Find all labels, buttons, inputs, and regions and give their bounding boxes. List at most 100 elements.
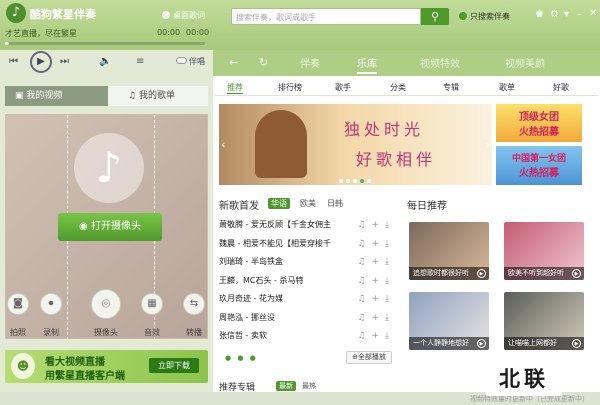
play-icon[interactable]: ▶ [572,339,581,348]
new-songs-title: 新歌首发 [219,201,259,212]
tab-my-songs[interactable]: ♫ 我的歌单 [108,86,208,106]
tool-0-icon[interactable]: ◙ [7,293,29,315]
search-input[interactable]: 搜索伴奏，歌词或歌手 [231,8,421,25]
song-row[interactable]: 张信哲 - 卖软 ♫+⤓ [219,330,399,344]
play-button[interactable]: ▶ [30,51,52,73]
main-tab-2[interactable]: 视频特效 [420,55,460,70]
banner-line1: 独处时光 [344,120,425,139]
banner-line2: 好歌相伴 [356,150,437,169]
song-actions[interactable]: ♫+⤓ [357,220,395,230]
camera-icon: ◉ [79,221,91,232]
volume-icon[interactable]: 🔈 [99,56,111,67]
refresh-icon[interactable]: ↻ [259,56,268,69]
song-title: 张信哲 - 卖软 [219,331,267,340]
song-actions[interactable]: ♫+⤓ [357,331,395,341]
daily-title: 每日推荐 [407,201,447,212]
banner-girl-image [255,110,307,178]
progress-fill [5,42,9,45]
time-total: 00:00 [186,28,210,37]
only-accompaniment-label: 只搜索伴奏 [470,12,510,21]
only-accompaniment-radio[interactable] [459,12,467,20]
daily-item[interactable]: 一个人静静地想好 ▶ [409,292,489,350]
song-row[interactable]: 王麟，MC石头 - 杀马特 ♫+⤓ [219,275,399,289]
song-title: 萧敬腾 - 爱无反顾【千金女佣主 [219,220,331,229]
tool-4-icon[interactable]: ⇆ [183,293,205,315]
equalizer-icon[interactable]: ≡ [136,56,144,67]
previous-icon[interactable]: ⏮ [9,56,18,67]
new-songs-tab-2[interactable]: 日韩 [324,198,346,209]
song-title: 周艳泓 - 挪丝没 [219,312,275,322]
new-songs-tab-1[interactable]: 欧美 [297,198,319,209]
play-icon[interactable]: ▶ [477,339,486,348]
side-banner-1[interactable]: 顶级女团 火热招募 [496,104,582,142]
song-actions[interactable]: ♫+⤓ [357,276,395,286]
main-tab-0[interactable]: 伴奏 [300,55,320,70]
gear-icon[interactable]: ⚙ [550,9,559,20]
now-playing-label: 才艺直播，尽在繁星 [5,29,77,38]
tool-1-icon[interactable]: ⏺ [40,293,62,315]
song-row[interactable]: 周艳泓 - 挪丝没 ♫+⤓ [219,312,399,326]
watermark: 北联 [486,362,562,396]
back-icon[interactable]: ← [229,56,238,69]
song-row[interactable]: 魏晨 - 相爱不能见【相爱穿梭千 ♫+⤓ [219,238,399,252]
albums-tab-hot[interactable]: 最热 [302,381,316,391]
daily-item[interactable]: 让喵喵上网都好 ▶ [504,292,584,350]
banner-carousel[interactable]: 独处时光 好歌相伴 ‹ › [219,104,492,185]
albums-tab-latest[interactable]: 最新 [276,381,296,391]
progress-bar[interactable] [5,42,205,45]
play-icon[interactable]: ▶ [477,269,486,278]
search-button[interactable]: ⚲ [421,8,449,25]
shirt-icon[interactable]: ♚ [535,9,544,20]
song-row[interactable]: 萧敬腾 - 爱无反顾【千金女佣主 ♫+⤓ [219,219,399,233]
song-title: 王麟，MC石头 - 杀马特 [219,275,304,285]
tool-4-label: 转播 [186,328,202,337]
song-actions[interactable]: ♫+⤓ [357,257,395,267]
category-5[interactable]: 歌单 [499,82,515,93]
menu-icon[interactable]: ▾ [564,9,569,20]
category-4[interactable]: 专辑 [443,82,459,93]
banner-dots[interactable] [339,176,379,183]
music-star-icon: ♪ [74,133,144,203]
song-actions[interactable]: ♫+⤓ [357,294,395,304]
side-banner-2[interactable]: 中国第一女团 火热招募 [496,146,582,185]
song-row[interactable]: 刘瑞琦 - 半岛铁盒 ♫+⤓ [219,256,399,270]
main-tab-1[interactable]: 乐库 [357,55,377,74]
song-actions[interactable]: ♫+⤓ [357,313,395,323]
daily-item[interactable]: 欧美不听到超好听 ▶ [504,222,584,280]
ad-banner[interactable]: ☻ 看大视频直播 用繁星直播客户端 立即下载 [5,350,208,383]
close-icon[interactable]: ✕ [589,8,597,19]
song-pager-dots[interactable]: ● ● ● [225,354,258,362]
song-actions[interactable]: ♫+⤓ [357,239,395,249]
daily-item[interactable]: 追想歌时都很好听 ▶ [409,222,489,280]
tool-2-icon[interactable]: ⌾ [91,289,121,319]
category-3[interactable]: 分类 [390,82,406,93]
ad-line2: 用繁星直播客户端 [45,371,125,382]
ad-line1: 看大视频直播 [45,357,105,368]
tool-3-label: 音效 [144,328,160,337]
search-icon: ⚲ [430,10,440,23]
song-row[interactable]: 玖月奇迹 - 花为媒 ♫+⤓ [219,293,399,307]
tool-0-label: 拍照 [10,328,26,337]
play-icon[interactable]: ▶ [572,269,581,278]
video-icon: ▣ [15,91,27,101]
next-icon[interactable]: ⏭ [60,56,69,67]
app-logo-icon: ♪ [6,3,26,23]
category-2[interactable]: 歌手 [335,82,351,93]
category-1[interactable]: 排行榜 [278,82,302,93]
accompaniment-toggle[interactable] [176,57,187,64]
category-0[interactable]: 推荐 [227,82,243,94]
desktop-lyrics-radio[interactable] [162,11,170,19]
banner-prev-icon[interactable]: ‹ [221,138,225,151]
main-tab-3[interactable]: 视频美颜 [505,55,545,70]
song-title: 魏晨 - 相爱不能见【相爱穿梭千 [219,238,331,248]
minimize-icon[interactable]: – [577,9,582,20]
open-camera-button[interactable]: ◉ 打开摄像头 [58,213,162,241]
tool-2-label: 摄像头 [94,328,118,337]
banner-next-icon[interactable]: › [486,138,490,151]
new-songs-tab-0[interactable]: 华语 [268,198,290,209]
category-6[interactable]: 好歌 [553,82,569,93]
download-button[interactable]: 立即下载 [149,358,199,373]
tab-my-video[interactable]: ▣ 我的视频 [5,86,108,106]
tool-3-icon[interactable]: ▦ [141,293,163,315]
play-all-button[interactable]: ⊕全部播放 [346,351,392,364]
